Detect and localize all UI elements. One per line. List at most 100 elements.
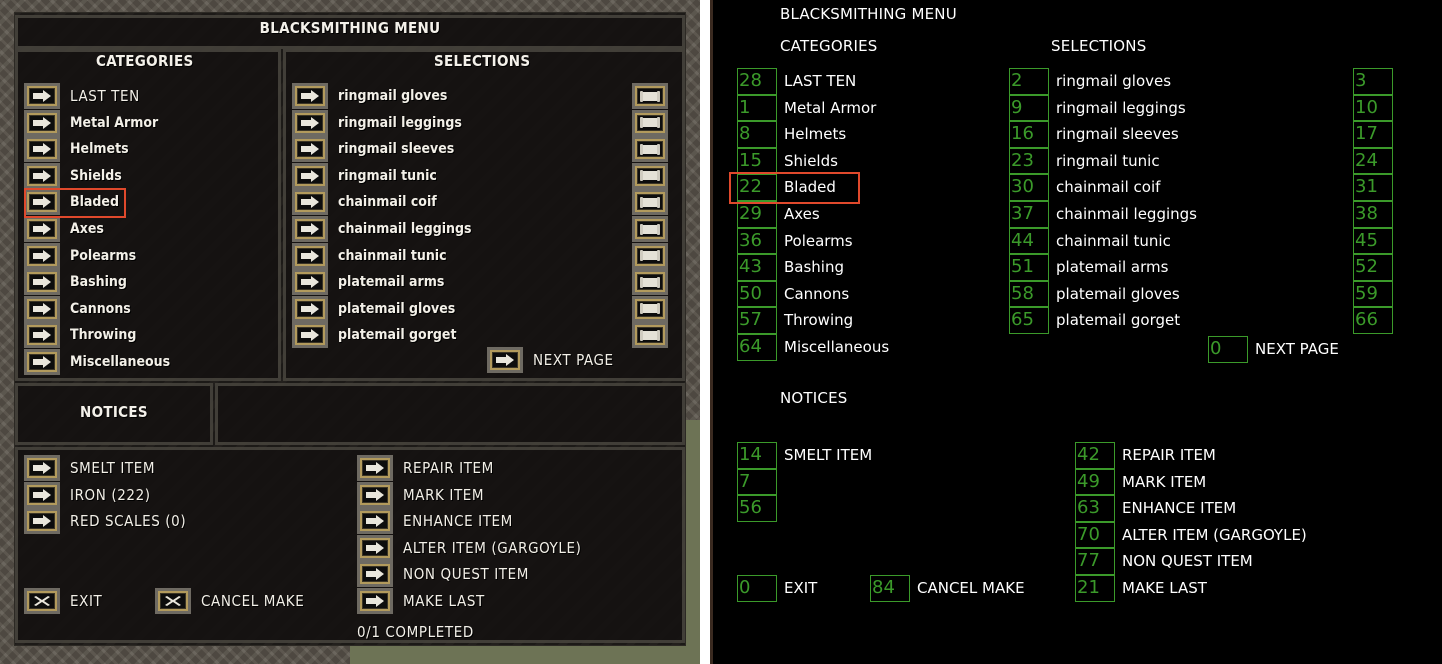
- annotated-category-4-row[interactable]: 22 Bladed: [737, 174, 836, 201]
- selection-4-info-button[interactable]: [635, 192, 665, 213]
- annotated-selection-info-6-row[interactable]: 45: [1353, 227, 1393, 255]
- id-box[interactable]: 3: [1353, 68, 1393, 95]
- id-box[interactable]: 8: [737, 121, 777, 148]
- id-box[interactable]: 17: [1353, 121, 1393, 148]
- annotated-selection-info-8-row[interactable]: 59: [1353, 280, 1393, 308]
- selection-1-row[interactable]: ringmail leggings: [295, 110, 462, 136]
- annotated-action-1-row[interactable]: 49 MARK ITEM: [1075, 468, 1206, 496]
- id-box[interactable]: 51: [1009, 254, 1049, 281]
- id-box[interactable]: 64: [737, 334, 777, 361]
- id-box[interactable]: 70: [1075, 521, 1115, 549]
- id-box[interactable]: 14: [737, 442, 777, 469]
- id-box[interactable]: 0: [737, 575, 777, 602]
- annotated-action-2-row[interactable]: 63 ENHANCE ITEM: [1075, 495, 1236, 522]
- annotated-category-7-row[interactable]: 43 Bashing: [737, 254, 844, 281]
- annotated-action-4-row[interactable]: 77 NON QUEST ITEM: [1075, 548, 1253, 575]
- annotated-selection-2-row[interactable]: 16 ringmail sleeves: [1009, 121, 1179, 148]
- id-box[interactable]: 36: [737, 227, 777, 255]
- id-box[interactable]: 66: [1353, 307, 1393, 334]
- selection-7-row[interactable]: platemail arms: [295, 269, 444, 295]
- id-box[interactable]: 84: [870, 575, 910, 602]
- category-1-row[interactable]: Metal Armor: [27, 110, 158, 136]
- id-box[interactable]: 38: [1353, 201, 1393, 228]
- id-box[interactable]: 56: [737, 495, 777, 522]
- annotated-action-0-row[interactable]: 42 REPAIR ITEM: [1075, 442, 1216, 469]
- id-box[interactable]: 10: [1353, 94, 1393, 122]
- annotated-category-6-row[interactable]: 36 Polearms: [737, 227, 853, 255]
- category-1-button[interactable]: [27, 112, 57, 133]
- annotated-selection-6-row[interactable]: 44 chainmail tunic: [1009, 227, 1171, 255]
- category-5-row[interactable]: Axes: [27, 216, 104, 242]
- annotated-category-8-row[interactable]: 50 Cannons: [737, 280, 849, 308]
- action-1-button[interactable]: [360, 484, 390, 505]
- annotated-selection-info-5-row[interactable]: 38: [1353, 201, 1393, 228]
- category-9-row[interactable]: Throwing: [27, 322, 136, 348]
- annotated-material-1-row[interactable]: 7: [737, 468, 777, 496]
- material-0-row[interactable]: SMELT ITEM: [27, 455, 155, 481]
- annotated-category-2-row[interactable]: 8 Helmets: [737, 121, 846, 148]
- id-box[interactable]: 7: [737, 468, 777, 496]
- category-3-button[interactable]: [27, 165, 57, 186]
- id-box[interactable]: 2: [1009, 68, 1049, 95]
- action-4-button[interactable]: [360, 564, 390, 585]
- id-box[interactable]: 0: [1208, 336, 1248, 363]
- category-9-button[interactable]: [27, 325, 57, 346]
- annotated-category-9-row[interactable]: 57 Throwing: [737, 307, 853, 334]
- annotated-next-page-row[interactable]: 0 NEXT PAGE: [1208, 336, 1339, 363]
- id-box[interactable]: 1: [737, 94, 777, 122]
- id-box[interactable]: 59: [1353, 280, 1393, 308]
- category-8-button[interactable]: [27, 298, 57, 319]
- action-2-row[interactable]: ENHANCE ITEM: [360, 508, 513, 534]
- selection-6-row[interactable]: chainmail tunic: [295, 243, 447, 269]
- selection-5-button[interactable]: [295, 219, 325, 239]
- annotated-selection-info-9-row[interactable]: 66: [1353, 307, 1393, 334]
- material-2-button[interactable]: [27, 511, 57, 532]
- category-0-row[interactable]: LAST TEN: [27, 83, 140, 109]
- annotated-exit-row[interactable]: 0 EXIT: [737, 575, 817, 602]
- category-10-row[interactable]: Miscellaneous: [27, 349, 170, 375]
- annotated-cancel-make-row[interactable]: 84 CANCEL MAKE: [870, 575, 1025, 602]
- action-1-row[interactable]: MARK ITEM: [360, 482, 484, 508]
- category-4-button[interactable]: [27, 192, 57, 213]
- category-5-button[interactable]: [27, 219, 57, 239]
- annotated-category-0-row[interactable]: 28 LAST TEN: [737, 68, 856, 95]
- id-box[interactable]: 37: [1009, 201, 1049, 228]
- id-box[interactable]: 58: [1009, 280, 1049, 308]
- id-box[interactable]: 15: [737, 147, 777, 175]
- action-3-button[interactable]: [360, 537, 390, 558]
- exit-row[interactable]: EXIT: [27, 588, 102, 614]
- category-6-button[interactable]: [27, 245, 57, 266]
- id-box[interactable]: 29: [737, 201, 777, 228]
- selection-2-row[interactable]: ringmail sleeves: [295, 136, 454, 162]
- category-8-row[interactable]: Cannons: [27, 296, 131, 322]
- annotated-selection-5-row[interactable]: 37 chainmail leggings: [1009, 201, 1197, 228]
- annotated-category-10-row[interactable]: 64 Miscellaneous: [737, 334, 889, 361]
- selection-7-info-button[interactable]: [635, 272, 665, 293]
- annotated-category-3-row[interactable]: 15 Shields: [737, 147, 838, 175]
- category-3-row[interactable]: Shields: [27, 163, 122, 189]
- next-page-row[interactable]: NEXT PAGE: [490, 347, 614, 373]
- selection-9-button[interactable]: [295, 325, 325, 346]
- category-4-row[interactable]: Bladed: [27, 189, 119, 215]
- selection-8-row[interactable]: platemail gloves: [295, 296, 455, 322]
- selection-0-button[interactable]: [295, 86, 325, 106]
- material-2-row[interactable]: RED SCALES (0): [27, 508, 186, 534]
- id-box[interactable]: 45: [1353, 227, 1393, 255]
- selection-2-button[interactable]: [295, 139, 325, 160]
- annotated-selection-info-4-row[interactable]: 31: [1353, 174, 1393, 201]
- action-5-row[interactable]: MAKE LAST: [360, 588, 485, 614]
- id-box[interactable]: 28: [737, 68, 777, 95]
- selection-6-info-button[interactable]: [635, 245, 665, 266]
- selection-2-info-button[interactable]: [635, 139, 665, 160]
- id-box[interactable]: 23: [1009, 147, 1049, 175]
- annotated-action-5-row[interactable]: 21 MAKE LAST: [1075, 575, 1207, 602]
- category-7-button[interactable]: [27, 272, 57, 293]
- id-box[interactable]: 63: [1075, 495, 1115, 522]
- selection-0-row[interactable]: ringmail gloves: [295, 83, 447, 109]
- category-7-row[interactable]: Bashing: [27, 269, 127, 295]
- annotated-selection-info-7-row[interactable]: 52: [1353, 254, 1393, 281]
- selection-1-info-button[interactable]: [635, 112, 665, 133]
- selection-3-button[interactable]: [295, 165, 325, 186]
- id-box[interactable]: 16: [1009, 121, 1049, 148]
- annotated-selection-7-row[interactable]: 51 platemail arms: [1009, 254, 1168, 281]
